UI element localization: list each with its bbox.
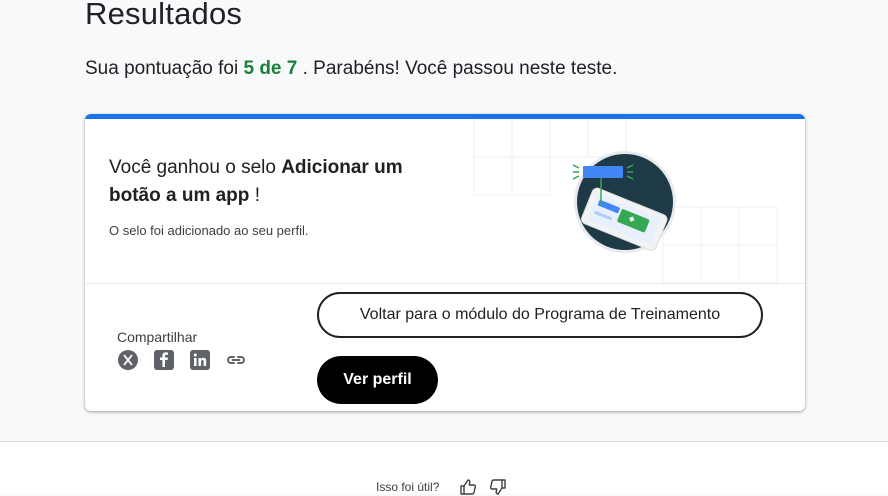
link-icon[interactable] [225, 349, 247, 371]
x-icon[interactable] [117, 349, 139, 371]
score-suffix: . Parabéns! Você passou neste teste. [302, 58, 618, 79]
score-summary: Sua pontuação foi 5 de 7 . Parabéns! Voc… [85, 58, 617, 80]
feedback-footer: Isso foi útil? [0, 442, 888, 496]
back-to-module-button[interactable]: Voltar para o módulo do Programa de Trei… [317, 292, 763, 338]
badge-message-prefix: Você ganhou o selo [109, 157, 276, 178]
thumbs-up-icon[interactable] [459, 478, 477, 496]
facebook-icon[interactable] [153, 349, 175, 371]
badge-message: Você ganhou o selo Adicionar um botão a … [109, 154, 449, 210]
card-divider [85, 283, 805, 284]
feedback-question: Isso foi útil? [376, 480, 440, 494]
badge-card: Você ganhou o selo Adicionar um botão a … [85, 114, 805, 411]
badge-illustration [572, 151, 676, 253]
thumbs-down-icon[interactable] [489, 478, 507, 496]
share-icons [117, 349, 247, 371]
badge-message-suffix: ! [254, 185, 260, 206]
share-label: Compartilhar [117, 329, 198, 345]
view-profile-button[interactable]: Ver perfil [317, 356, 438, 404]
score-value: 5 de 7 [243, 58, 298, 79]
page-title: Resultados [85, 0, 243, 31]
score-prefix: Sua pontuação foi [85, 58, 239, 79]
linkedin-icon[interactable] [189, 349, 211, 371]
badge-note: O selo foi adicionado ao seu perfil. [109, 223, 309, 238]
